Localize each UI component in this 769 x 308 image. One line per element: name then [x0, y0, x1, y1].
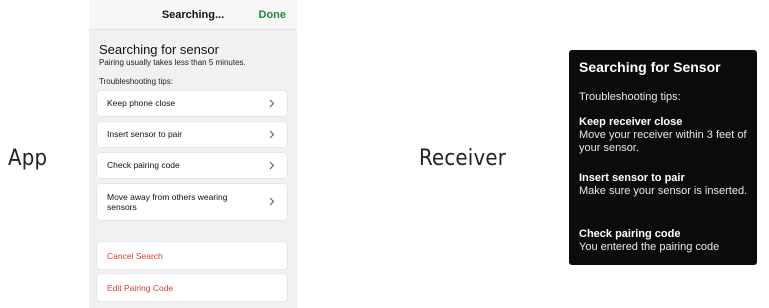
receiver-tip-check-code: Check pairing code You entered the pairi…	[579, 228, 754, 254]
receiver-section-label: Receiver	[419, 146, 507, 171]
chevron-right-icon	[269, 161, 275, 170]
receiver-troubleshooting-label: Troubleshooting tips:	[579, 91, 681, 103]
app-section-label: App	[8, 146, 48, 171]
done-button[interactable]: Done	[259, 9, 287, 21]
receiver-tip-heading: Insert sensor to pair	[579, 172, 685, 184]
edit-pairing-code-label: Edit Pairing Code	[107, 283, 174, 293]
tip-row-keep-phone-close[interactable]: Keep phone close	[97, 91, 287, 116]
chevron-right-icon	[269, 99, 275, 108]
receiver-screen: Searching for Sensor Troubleshooting tip…	[569, 50, 757, 265]
tip-row-check-pairing-code[interactable]: Check pairing code	[97, 153, 287, 178]
receiver-tip-body: Move your receiver within 3 feet of your…	[579, 129, 747, 154]
app-screen: Searching... Done Searching for sensor P…	[89, 0, 297, 308]
cancel-search-label: Cancel Search	[107, 251, 163, 261]
tip-row-insert-sensor[interactable]: Insert sensor to pair	[97, 122, 287, 147]
tip-label: Keep phone close	[107, 98, 176, 108]
receiver-tip-heading: Keep receiver close	[579, 116, 683, 128]
tip-label: Move away from others wearing sensors	[107, 192, 228, 212]
chevron-right-icon	[269, 197, 275, 206]
navigation-bar: Searching... Done	[89, 0, 297, 30]
chevron-right-icon	[269, 130, 275, 139]
receiver-tip-body: You entered the pairing code	[579, 241, 720, 253]
receiver-tip-insert-sensor: Insert sensor to pair Make sure your sen…	[579, 172, 754, 198]
receiver-tip-heading: Check pairing code	[579, 228, 681, 240]
receiver-tip-body: Make sure your sensor is inserted.	[579, 185, 748, 197]
tip-label: Check pairing code	[107, 160, 180, 170]
tip-row-move-away[interactable]: Move away from others wearing sensors	[97, 184, 287, 220]
receiver-title: Searching for Sensor	[579, 59, 721, 75]
troubleshooting-label: Troubleshooting tips:	[99, 77, 173, 86]
receiver-tip-keep-close: Keep receiver close Move your receiver w…	[579, 116, 754, 155]
pairing-subtext: Pairing usually takes less than 5 minute…	[99, 58, 246, 67]
cancel-search-button[interactable]: Cancel Search	[97, 242, 287, 269]
tip-label: Insert sensor to pair	[107, 129, 183, 139]
edit-pairing-code-button[interactable]: Edit Pairing Code	[97, 274, 287, 301]
page-heading: Searching for sensor	[99, 42, 219, 57]
